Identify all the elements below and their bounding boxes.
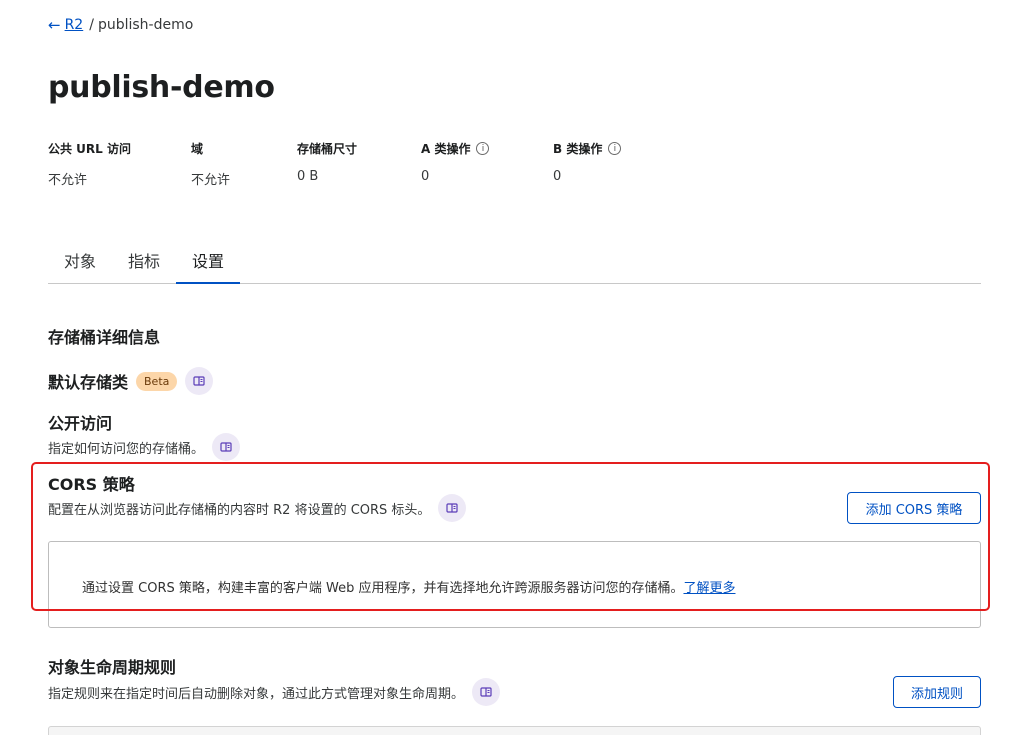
- stat-label: 公共 URL 访问: [48, 142, 131, 156]
- stat-label: 存储桶尺寸: [297, 142, 358, 156]
- book-icon[interactable]: [185, 367, 214, 395]
- beta-badge: Beta: [136, 371, 178, 391]
- arrow-left-icon[interactable]: ←: [48, 16, 61, 34]
- default-storage-class-heading: 默认存储类 Beta: [48, 367, 214, 395]
- stat-class-a-ops: A 类操作 i 0: [421, 140, 490, 184]
- stat-value: 0: [553, 169, 562, 184]
- tab-objects[interactable]: 对象: [64, 248, 104, 284]
- breadcrumb: ← R2 / publish-demo: [48, 16, 193, 34]
- stat-public-url: 公共 URL 访问 不允许: [48, 140, 131, 188]
- book-icon[interactable]: [212, 433, 241, 461]
- cors-description-text: 配置在从浏览器访问此存储桶的内容时 R2 将设置的 CORS 标头。: [48, 502, 431, 518]
- stat-class-b-ops: B 类操作 i 0: [553, 140, 622, 184]
- tab-settings[interactable]: 设置: [176, 248, 240, 284]
- lifecycle-rules-panel: [48, 726, 981, 735]
- lifecycle-description-text: 指定规则来在指定时间后自动删除对象，通过此方式管理对象生命周期。: [48, 686, 465, 702]
- page-title: publish-demo: [48, 70, 275, 105]
- stat-bucket-size: 存储桶尺寸 0 B: [297, 140, 357, 184]
- cors-description: 配置在从浏览器访问此存储桶的内容时 R2 将设置的 CORS 标头。: [48, 494, 467, 522]
- cors-policy-heading: CORS 策略: [48, 475, 135, 494]
- lifecycle-description: 指定规则来在指定时间后自动删除对象，通过此方式管理对象生命周期。: [48, 678, 501, 706]
- cors-empty-state: 通过设置 CORS 策略，构建丰富的客户端 Web 应用程序，并有选择地允许跨源…: [48, 541, 981, 628]
- breadcrumb-current: publish-demo: [97, 17, 194, 33]
- stat-domain: 域 不允许: [191, 140, 230, 188]
- cors-empty-text: 通过设置 CORS 策略，构建丰富的客户端 Web 应用程序，并有选择地允许跨源…: [82, 581, 684, 596]
- lifecycle-rules-heading: 对象生命周期规则: [48, 658, 177, 677]
- default-storage-class-title: 默认存储类: [48, 373, 129, 392]
- book-icon[interactable]: [438, 494, 467, 522]
- public-access-heading: 公开访问: [48, 414, 113, 433]
- info-icon[interactable]: i: [476, 142, 490, 155]
- add-cors-policy-button[interactable]: 添加 CORS 策略: [847, 492, 981, 524]
- breadcrumb-separator: /: [89, 17, 94, 33]
- bucket-details-heading: 存储桶详细信息: [48, 328, 161, 347]
- breadcrumb-link-r2[interactable]: R2: [65, 17, 84, 33]
- stat-value: 不允许: [48, 173, 88, 188]
- stat-value: 0: [421, 169, 430, 184]
- learn-more-link[interactable]: 了解更多: [683, 581, 735, 596]
- stat-label: A 类操作: [421, 142, 471, 156]
- book-icon[interactable]: [472, 678, 501, 706]
- stat-label: 域: [191, 142, 204, 156]
- public-access-text: 指定如何访问您的存储桶。: [48, 441, 205, 457]
- tab-bar: 对象 指标 设置: [48, 240, 981, 284]
- public-access-description: 指定如何访问您的存储桶。: [48, 433, 241, 461]
- info-icon[interactable]: i: [608, 142, 622, 155]
- stat-label: B 类操作: [553, 142, 603, 156]
- stat-value: 0 B: [297, 169, 319, 184]
- cors-empty-message: 通过设置 CORS 策略，构建丰富的客户端 Web 应用程序，并有选择地允许跨源…: [82, 577, 735, 596]
- tab-metrics[interactable]: 指标: [128, 248, 168, 284]
- stat-value: 不允许: [191, 173, 231, 188]
- add-rule-button[interactable]: 添加规则: [893, 676, 981, 708]
